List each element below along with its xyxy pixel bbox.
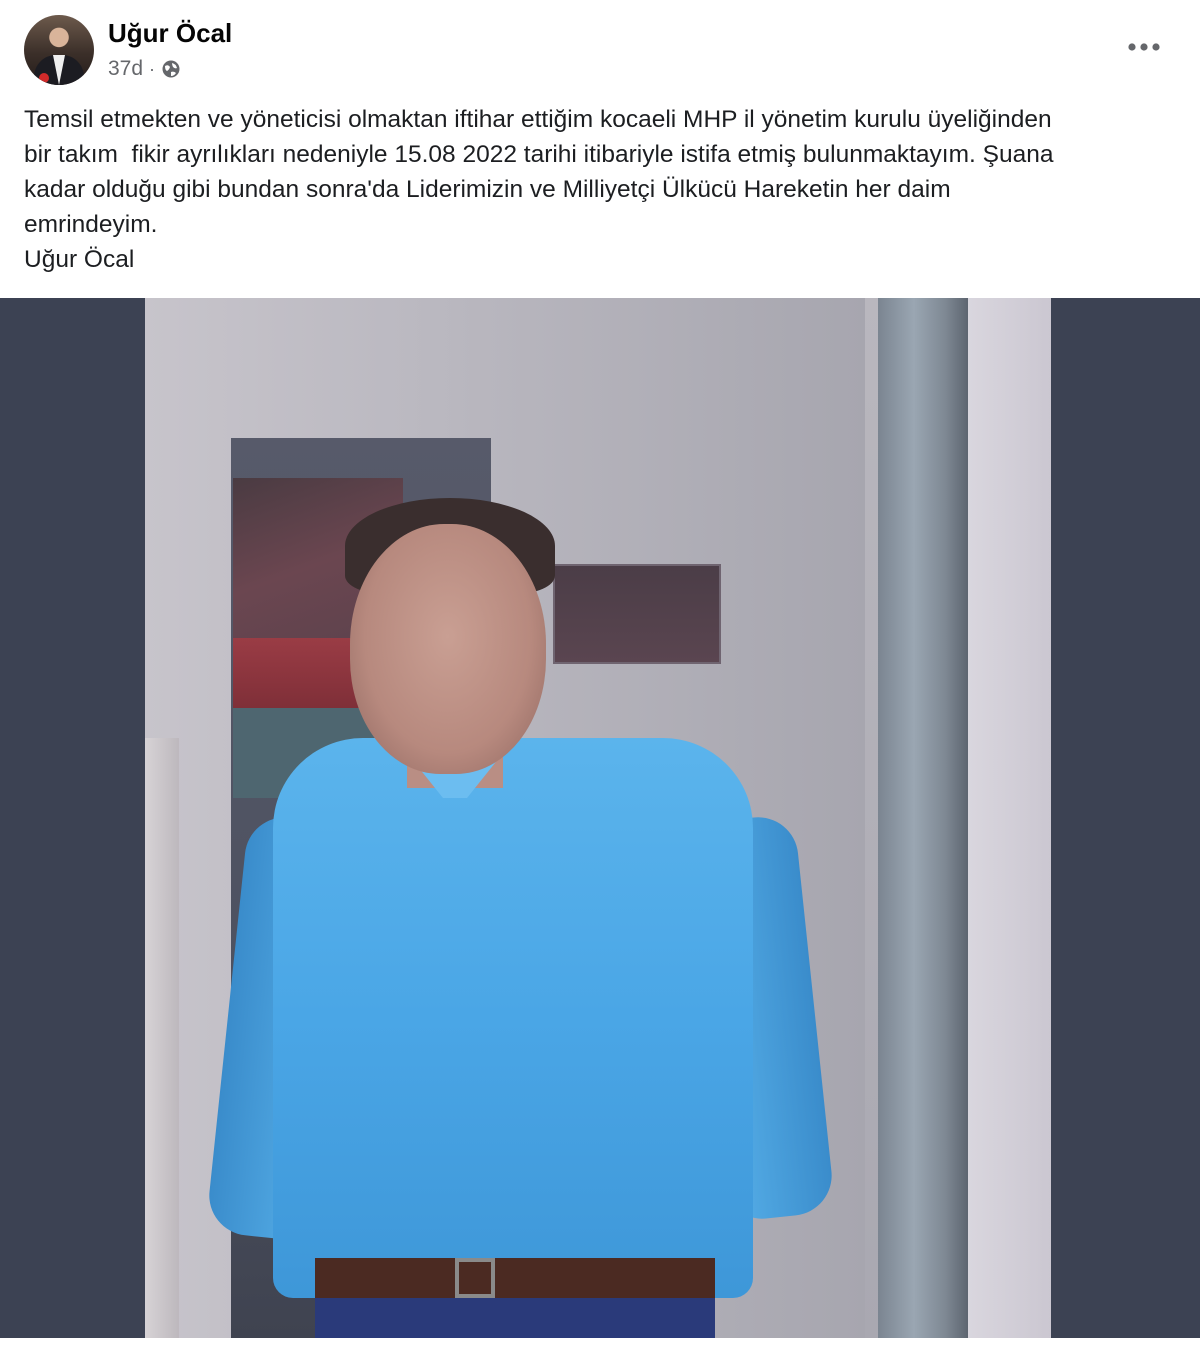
photo-person-face [350, 524, 546, 774]
post-text-line: Temsil etmekten ve yöneticisi olmaktan i… [24, 106, 1052, 133]
author-avatar[interactable] [24, 15, 94, 85]
facebook-post: Uğur Öcal 37d · Temsil etmekten ve yönet… [0, 0, 1200, 1349]
photo-person-belt [315, 1258, 715, 1298]
avatar-pin [39, 73, 49, 83]
author-name[interactable]: Uğur Öcal [108, 18, 232, 49]
photo-person-pants [315, 1298, 715, 1338]
globe-icon[interactable] [161, 59, 181, 79]
post-text: Temsil etmekten ve yöneticisi olmaktan i… [24, 102, 1174, 277]
photo-curtain [145, 738, 179, 1338]
meta-separator: · [149, 58, 156, 79]
post-header: Uğur Öcal 37d · [0, 0, 1200, 96]
photo-plaque [553, 564, 721, 664]
post-photo-frame[interactable] [0, 298, 1200, 1338]
post-signature: Uğur Öcal [24, 246, 135, 273]
post-text-line: bir takım fikir ayrılıkları nedeniyle 15… [24, 141, 1054, 168]
photo-person-shirt [273, 738, 753, 1298]
post-photo[interactable] [145, 298, 1051, 1338]
more-options-icon [1128, 43, 1160, 51]
post-timestamp[interactable]: 37d [108, 57, 143, 81]
photo-person-buckle [455, 1258, 495, 1298]
more-options-button[interactable] [1124, 30, 1164, 64]
photo-pillar [878, 298, 968, 1338]
photo-wall-edge [968, 298, 1051, 1338]
post-text-line: kadar olduğu gibi bundan sonra'da Lideri… [24, 176, 951, 203]
post-meta: 37d · [108, 56, 181, 82]
post-text-line: emrindeyim. [24, 211, 158, 238]
